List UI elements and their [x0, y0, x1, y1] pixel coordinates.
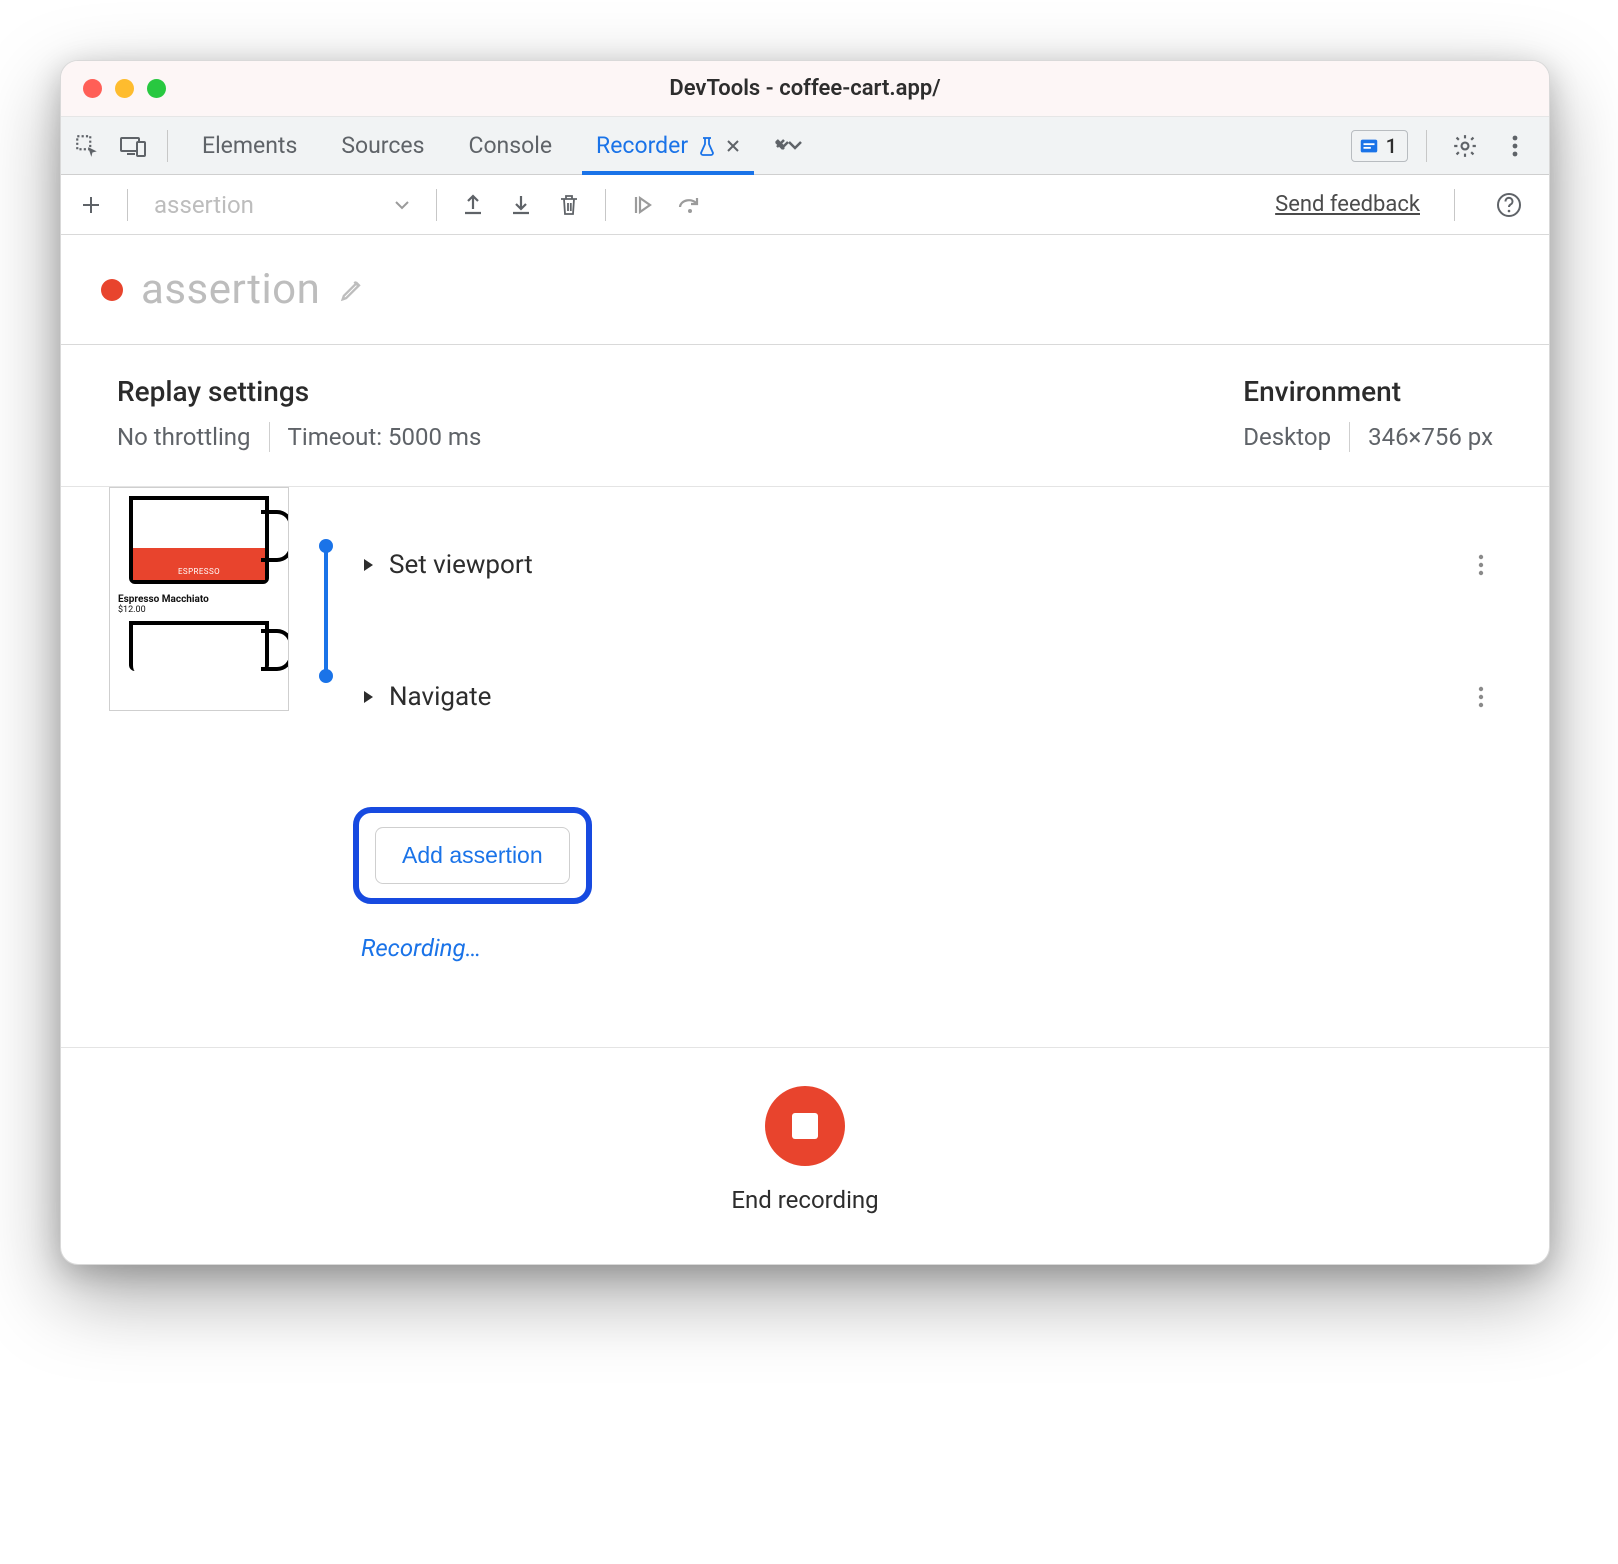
- divider: [1426, 130, 1427, 162]
- environment-settings: Environment Desktop 346×756 px: [1243, 375, 1493, 452]
- recording-status: Recording…: [361, 934, 1509, 962]
- more-tabs-button[interactable]: [762, 117, 814, 174]
- inspect-element-icon[interactable]: [67, 126, 107, 166]
- timeout-value[interactable]: Timeout: 5000 ms: [288, 423, 482, 451]
- environment-viewport[interactable]: 346×756 px: [1368, 423, 1493, 451]
- recording-name: assertion: [141, 265, 320, 314]
- flask-icon: [698, 136, 716, 156]
- divider: [605, 189, 606, 221]
- edit-name-icon[interactable]: [338, 276, 366, 304]
- minimize-window-button[interactable]: [115, 79, 134, 98]
- environment-heading: Environment: [1243, 375, 1493, 408]
- replay-settings: Replay settings No throttling Timeout: 5…: [117, 375, 481, 452]
- end-recording-area: End recording: [61, 1047, 1549, 1264]
- delete-icon[interactable]: [549, 185, 589, 225]
- devtools-window: DevTools - coffee-cart.app/ Elements: [60, 60, 1550, 1265]
- divider: [167, 130, 168, 162]
- divider: [269, 422, 270, 452]
- replay-settings-heading: Replay settings: [117, 375, 481, 408]
- step-row[interactable]: Set viewport: [361, 535, 1509, 595]
- tab-label: Elements: [202, 132, 297, 159]
- tab-sources[interactable]: Sources: [319, 117, 446, 174]
- help-icon[interactable]: [1489, 185, 1529, 225]
- stop-icon: [792, 1113, 818, 1139]
- step-menu-icon[interactable]: [1477, 553, 1509, 577]
- step-label: Navigate: [389, 682, 491, 712]
- tab-label: Console: [468, 132, 552, 159]
- divider: [436, 189, 437, 221]
- tab-recorder[interactable]: Recorder: [574, 117, 762, 174]
- add-assertion-button[interactable]: Add assertion: [375, 827, 570, 884]
- divider: [1349, 422, 1350, 452]
- import-icon[interactable]: [501, 185, 541, 225]
- export-icon[interactable]: [453, 185, 493, 225]
- environment-device[interactable]: Desktop: [1243, 423, 1331, 451]
- step-label: Set viewport: [389, 550, 533, 580]
- steps-area: ESPRESSO Espresso Macchiato $12.00 Set v…: [61, 487, 1549, 1047]
- cup-label: ESPRESSO: [133, 567, 265, 576]
- step-menu-icon[interactable]: [1477, 685, 1509, 709]
- add-assertion-highlight: Add assertion: [353, 807, 592, 904]
- close-window-button[interactable]: [83, 79, 102, 98]
- end-recording-label: End recording: [731, 1186, 878, 1214]
- settings-bar: Replay settings No throttling Timeout: 5…: [61, 345, 1549, 487]
- screenshot-thumbnail[interactable]: ESPRESSO Espresso Macchiato $12.00: [109, 487, 289, 711]
- maximize-window-button[interactable]: [147, 79, 166, 98]
- timeline: [291, 487, 361, 1047]
- timeline-dot: [319, 539, 333, 553]
- issues-badge[interactable]: 1: [1351, 130, 1408, 162]
- thumbnail-item-name: Espresso Macchiato: [118, 594, 209, 605]
- divider: [127, 189, 128, 221]
- replay-icon[interactable]: [622, 185, 662, 225]
- timeline-line: [324, 547, 328, 675]
- device-toolbar-icon[interactable]: [113, 126, 153, 166]
- divider: [1454, 189, 1455, 221]
- tab-label: Sources: [341, 132, 424, 159]
- main-tabs-bar: Elements Sources Console Recorder: [61, 117, 1549, 175]
- settings-icon[interactable]: [1445, 126, 1485, 166]
- issues-count: 1: [1386, 134, 1397, 158]
- thumbnail-item-price: $12.00: [118, 605, 146, 615]
- throttling-value[interactable]: No throttling: [117, 423, 251, 451]
- send-feedback-link[interactable]: Send feedback: [1275, 192, 1420, 217]
- tab-console[interactable]: Console: [446, 117, 574, 174]
- recorder-toolbar: assertion Send feedback: [61, 175, 1549, 235]
- steps-list: Set viewport Navigate Add assertion Reco…: [361, 487, 1509, 1047]
- issues-icon: [1358, 135, 1380, 157]
- end-recording-button[interactable]: [765, 1086, 845, 1166]
- close-tab-icon[interactable]: [726, 139, 740, 153]
- traffic-lights: [83, 79, 166, 98]
- timeline-dot: [319, 669, 333, 683]
- recording-indicator-icon: [101, 279, 123, 301]
- recording-selector[interactable]: assertion: [144, 191, 420, 219]
- recording-header: assertion: [61, 235, 1549, 345]
- titlebar: DevTools - coffee-cart.app/: [61, 61, 1549, 117]
- tab-label: Recorder: [596, 132, 688, 159]
- window-title: DevTools - coffee-cart.app/: [61, 76, 1549, 101]
- tab-elements[interactable]: Elements: [180, 117, 319, 174]
- new-recording-button[interactable]: [71, 185, 111, 225]
- cup-graphic: ESPRESSO: [129, 496, 269, 584]
- caret-right-icon: [361, 557, 375, 573]
- step-row[interactable]: Navigate: [361, 667, 1509, 727]
- screenshot-column: ESPRESSO Espresso Macchiato $12.00: [101, 487, 291, 1047]
- kebab-menu-icon[interactable]: [1495, 126, 1535, 166]
- step-over-icon[interactable]: [670, 185, 710, 225]
- caret-right-icon: [361, 689, 375, 705]
- recording-selector-value: assertion: [154, 191, 254, 219]
- cup-graphic-partial: [129, 621, 269, 671]
- chevron-down-icon: [394, 200, 410, 210]
